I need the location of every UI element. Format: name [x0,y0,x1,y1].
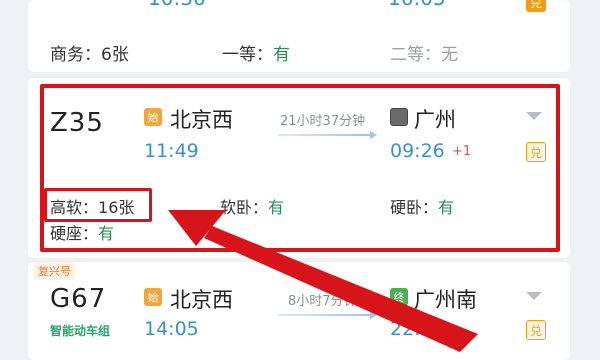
annotation-arrow-shaft [204,226,478,352]
annotation-arrow-icon [168,210,478,352]
